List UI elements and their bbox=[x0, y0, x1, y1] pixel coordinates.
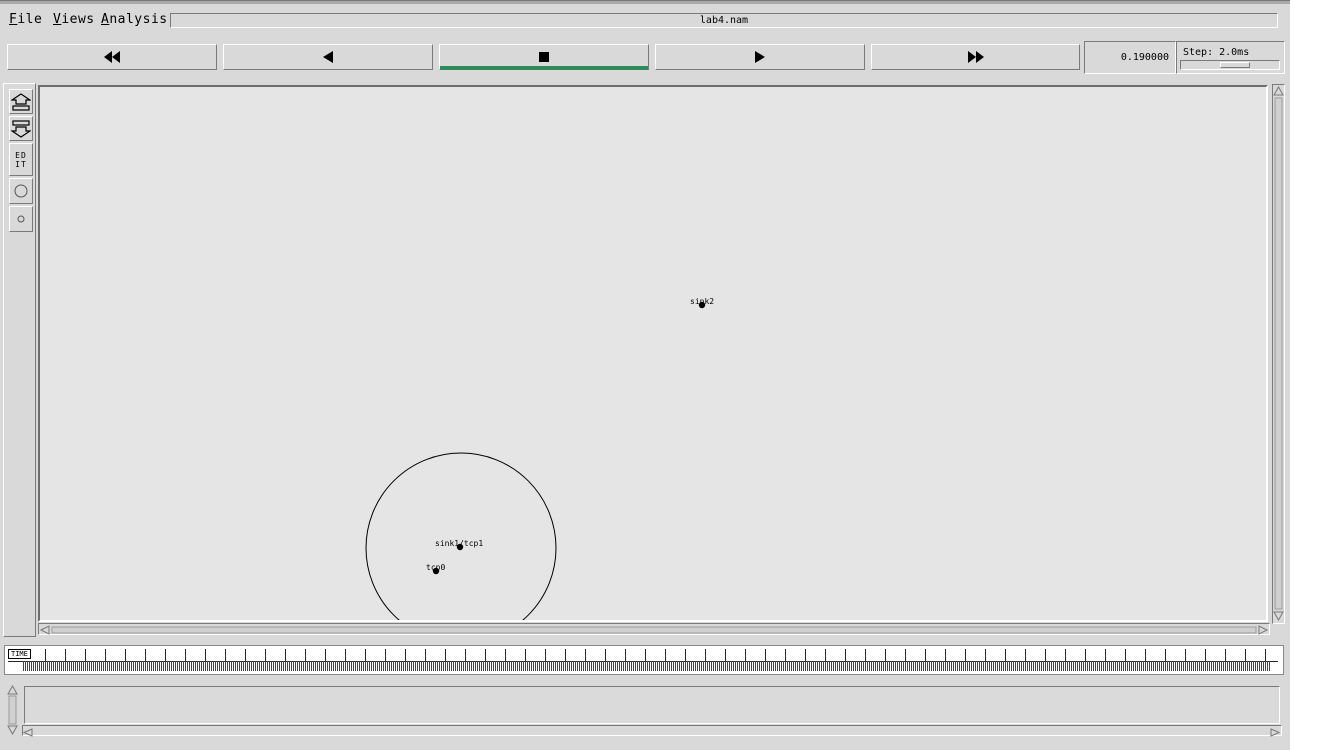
edit-icon: ED IT bbox=[15, 151, 27, 169]
annotation-scroll-up-icon[interactable] bbox=[7, 684, 18, 695]
circle-node-icon bbox=[14, 184, 28, 198]
time-slider-handle[interactable]: TIME bbox=[8, 649, 31, 659]
zoom-out-button[interactable] bbox=[9, 116, 33, 141]
time-slider[interactable]: TIME bbox=[4, 645, 1284, 675]
scroll-left-arrow-icon[interactable] bbox=[39, 625, 50, 635]
step-slider[interactable] bbox=[1180, 60, 1280, 70]
annotation-scroll-down-icon[interactable] bbox=[7, 725, 18, 736]
zoom-out-icon bbox=[11, 119, 31, 138]
menu-file[interactable]: File bbox=[9, 12, 42, 27]
zoom-in-icon bbox=[11, 92, 31, 111]
network-canvas[interactable]: sink2 sink1/tcp1 tcp0 bbox=[38, 85, 1268, 622]
fast-rewind-icon bbox=[104, 51, 120, 63]
node-label-tcp0: tcp0 bbox=[426, 563, 445, 572]
annotation-vertical-scrollbar[interactable] bbox=[7, 684, 18, 736]
tool-column: ED IT bbox=[3, 83, 36, 637]
topology-view: sink2 sink1/tcp1 tcp0 bbox=[365, 297, 714, 620]
transmission-range-circle bbox=[365, 452, 557, 620]
backward-button[interactable] bbox=[223, 44, 433, 70]
stop-icon bbox=[539, 52, 549, 62]
step-slider-thumb[interactable] bbox=[1220, 62, 1250, 68]
annotation-panel[interactable] bbox=[24, 686, 1280, 724]
canvas-vertical-scrollbar[interactable] bbox=[1272, 84, 1285, 624]
fast-forward-icon bbox=[967, 51, 984, 63]
menu-views-label: iews bbox=[61, 12, 95, 27]
horizontal-scroll-thumb[interactable] bbox=[51, 626, 1257, 634]
nam-window: File Views Analysis lab4.nam 0.190000 St… bbox=[0, 0, 1290, 750]
play-backward-icon bbox=[323, 51, 333, 63]
file-name-display: lab4.nam bbox=[170, 13, 1278, 28]
play-button[interactable] bbox=[655, 44, 865, 70]
stop-button[interactable] bbox=[439, 44, 649, 70]
menu-views[interactable]: Views bbox=[53, 12, 95, 27]
scroll-right-arrow-icon[interactable] bbox=[1258, 625, 1269, 635]
node-circle-button[interactable] bbox=[9, 178, 33, 204]
menu-file-label: ile bbox=[17, 12, 43, 27]
step-label: Step: 2.0ms bbox=[1183, 47, 1250, 58]
node-label-sink1: sink1/tcp1 bbox=[435, 539, 483, 548]
small-node-icon bbox=[17, 215, 25, 223]
hscroll-arrows bbox=[39, 625, 1269, 635]
timeline-ticks bbox=[23, 661, 1271, 671]
edit-button[interactable]: ED IT bbox=[9, 143, 33, 176]
annotation-hscroll-arrows bbox=[22, 728, 1281, 737]
menu-analysis[interactable]: Analysis bbox=[101, 12, 168, 27]
zoom-in-button[interactable] bbox=[9, 89, 33, 114]
timeline-cells bbox=[45, 649, 1267, 661]
scroll-up-arrow-icon[interactable] bbox=[1273, 85, 1284, 96]
canvas-horizontal-scrollbar[interactable] bbox=[38, 623, 1270, 635]
annotation-vscroll-arrows bbox=[7, 684, 18, 736]
step-control: Step: 2.0ms bbox=[1176, 41, 1285, 74]
fast-forward-button[interactable] bbox=[871, 44, 1080, 70]
menu-analysis-label: nalysis bbox=[109, 12, 168, 27]
annotation-scroll-right-icon[interactable] bbox=[1270, 728, 1281, 737]
vertical-scroll-thumb[interactable] bbox=[1274, 97, 1283, 610]
node-label-sink2: sink2 bbox=[690, 297, 714, 306]
edit-label-bottom: IT bbox=[15, 159, 27, 169]
small-node-button[interactable] bbox=[9, 206, 33, 232]
scroll-down-arrow-icon[interactable] bbox=[1273, 611, 1284, 622]
current-time-display: 0.190000 bbox=[1084, 41, 1176, 74]
annotation-vscroll-thumb[interactable] bbox=[8, 695, 17, 725]
play-forward-icon bbox=[755, 51, 765, 63]
edit-label-top: ED bbox=[15, 150, 27, 160]
rewind-button[interactable] bbox=[7, 44, 217, 70]
scrollbar-arrows bbox=[1273, 85, 1284, 622]
annotation-horizontal-scrollbar[interactable] bbox=[22, 725, 1282, 737]
annotation-scroll-left-icon[interactable] bbox=[22, 728, 33, 737]
